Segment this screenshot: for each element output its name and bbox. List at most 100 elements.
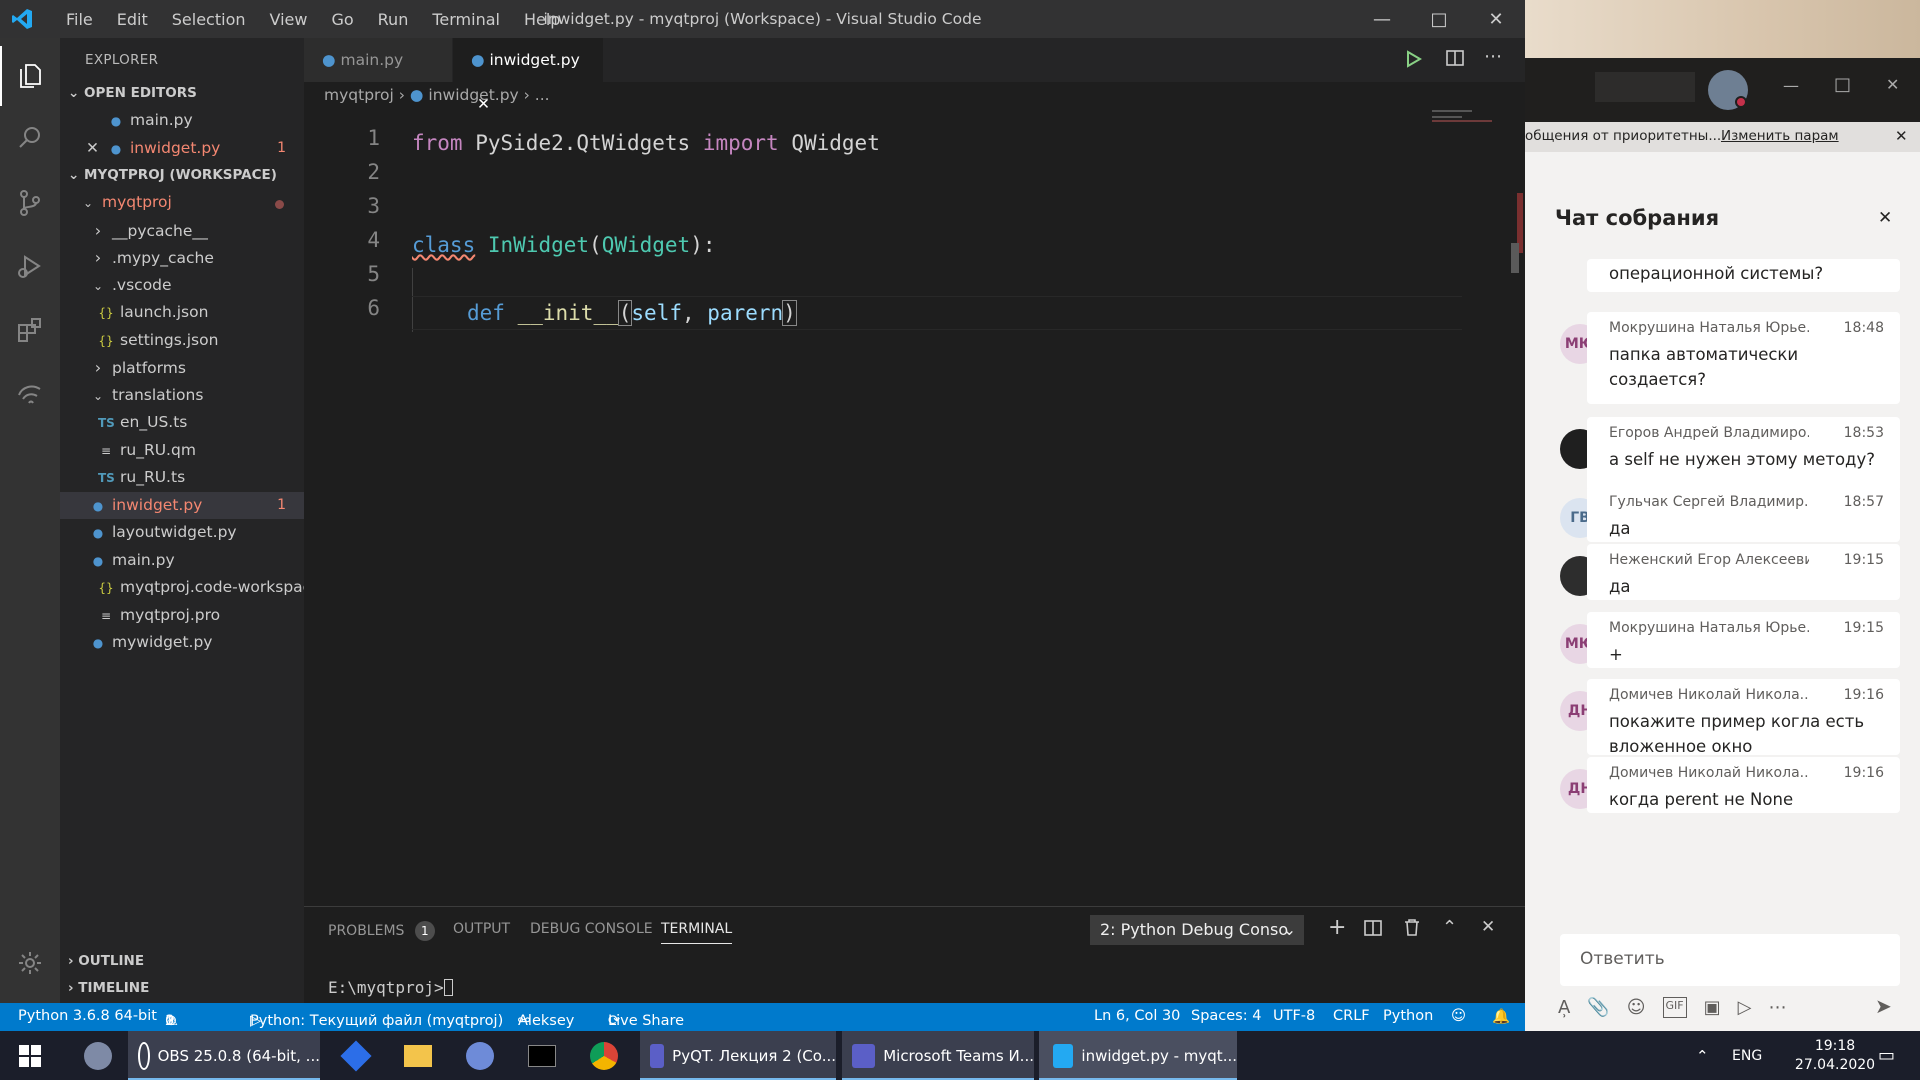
- close-window-button[interactable]: ✕: [1473, 4, 1519, 34]
- run-file-icon[interactable]: [1406, 50, 1422, 72]
- tree-item[interactable]: {} launch.json: [60, 299, 304, 327]
- new-terminal-icon[interactable]: +: [1328, 915, 1346, 940]
- taskbar-teams[interactable]: Microsoft Teams И...: [842, 1031, 1034, 1080]
- close-notice-icon[interactable]: ✕: [1895, 127, 1908, 145]
- chat-message[interactable]: Домичев Николай Никола... 19:16 когда pere…: [1587, 757, 1900, 813]
- notice-settings-link[interactable]: Изменить парам: [1721, 128, 1839, 144]
- tree-item[interactable]: {} myqtproj.code-workspace: [60, 574, 320, 602]
- chat-message[interactable]: Домичев Николай Никола... 19:16 покажите п…: [1587, 679, 1900, 756]
- indentation[interactable]: Spaces: 4: [1191, 1008, 1261, 1024]
- tree-item[interactable]: {} settings.json: [60, 327, 304, 355]
- reply-box[interactable]: Ответить: [1560, 934, 1900, 986]
- tab-main-py[interactable]: ● main.py: [304, 38, 452, 82]
- chat-message[interactable]: Гульчак Сергей Владимир... 18:57 да: [1587, 486, 1900, 542]
- tree-item[interactable]: › __pycache__: [60, 217, 304, 245]
- outline-section[interactable]: › OUTLINE: [60, 948, 304, 975]
- chrome-icon[interactable]: [578, 1031, 630, 1080]
- taskbar-teams-meeting[interactable]: PyQT. Лекция 2 (Co...: [640, 1031, 836, 1080]
- maximize-panel-icon[interactable]: ⌃: [1442, 917, 1457, 938]
- maximize-button[interactable]: □: [1834, 74, 1851, 95]
- pinned-app-icon[interactable]: [72, 1031, 124, 1080]
- tab-debug-console[interactable]: DEBUG CONSOLE: [530, 921, 653, 937]
- tree-item[interactable]: ● inwidget.py 1: [60, 491, 304, 519]
- taskbar-vscode[interactable]: inwidget.py - myqt...: [1039, 1031, 1237, 1080]
- kill-terminal-icon[interactable]: [1404, 918, 1420, 940]
- close-chat-icon[interactable]: ✕: [1878, 208, 1892, 228]
- close-window-button[interactable]: ✕: [1886, 75, 1899, 94]
- chat-message[interactable]: Мокрушина Наталья Юрье... 18:48 папка авто…: [1587, 312, 1900, 404]
- cursor-position[interactable]: Ln 6, Col 30: [1094, 1008, 1180, 1024]
- manage-gear-icon[interactable]: [0, 933, 60, 993]
- more-options-icon[interactable]: ⋯: [1768, 997, 1786, 1018]
- minimap[interactable]: [1432, 108, 1502, 122]
- tab-inwidget-py[interactable]: ● inwidget.py ✕: [453, 38, 603, 113]
- file-explorer-icon[interactable]: [392, 1031, 444, 1080]
- line-ending[interactable]: CRLF: [1333, 1008, 1370, 1024]
- explorer-icon[interactable]: [0, 46, 60, 106]
- tree-item[interactable]: ≡ ru_RU.qm: [60, 437, 304, 465]
- open-editor-inwidget[interactable]: ✕ ● inwidget.py 1: [60, 135, 304, 163]
- tree-item[interactable]: ⌄ .vscode: [60, 272, 304, 300]
- clock[interactable]: 19:18 27.04.2020: [1795, 1031, 1875, 1080]
- gif-icon[interactable]: GIF: [1662, 997, 1687, 1018]
- minimize-button[interactable]: —: [1359, 4, 1405, 34]
- attach-icon[interactable]: 📎: [1587, 997, 1609, 1018]
- tab-problems[interactable]: PROBLEMS 1: [328, 921, 435, 941]
- terminal-app-icon[interactable]: [516, 1031, 568, 1080]
- editor-scrollbar[interactable]: [1511, 243, 1519, 273]
- source-control-icon[interactable]: [0, 173, 60, 233]
- open-editor-main[interactable]: ● main.py: [60, 107, 304, 135]
- action-center-icon[interactable]: ▭: [1878, 1031, 1895, 1080]
- notifications-bell-icon[interactable]: 🔔: [1492, 1008, 1510, 1025]
- search-box[interactable]: [1595, 72, 1695, 102]
- tree-item[interactable]: ● mywidget.py: [60, 629, 304, 657]
- chat-message[interactable]: Егоров Андрей Владимиро... 18:53 а self не…: [1587, 417, 1900, 492]
- breadcrumb-file[interactable]: inwidget.py: [428, 86, 518, 104]
- tree-item[interactable]: ≡ myqtproj.pro: [60, 602, 304, 630]
- send-icon[interactable]: ➤: [1875, 994, 1892, 1018]
- split-editor-icon[interactable]: [1446, 49, 1464, 71]
- terminal-select[interactable]: 2: Python Debug Conso ⌄: [1090, 915, 1304, 945]
- terminal-output[interactable]: E:\myqtproj>: [328, 978, 453, 997]
- feedback-icon[interactable]: ☺: [1451, 1008, 1466, 1024]
- tree-item[interactable]: › platforms: [60, 354, 304, 382]
- search-icon[interactable]: [0, 108, 60, 168]
- minimize-button[interactable]: —: [1783, 76, 1799, 95]
- input-language[interactable]: ENG: [1732, 1031, 1762, 1080]
- folder-myqtproj[interactable]: ⌄ myqtproj: [60, 189, 304, 217]
- language-mode[interactable]: Python: [1383, 1008, 1433, 1024]
- encoding[interactable]: UTF-8: [1273, 1008, 1315, 1024]
- tray-expand-icon[interactable]: ⌃: [1696, 1031, 1709, 1080]
- python-interpreter[interactable]: Python 3.6.8 64-bit: [18, 1008, 157, 1024]
- taskbar-obs[interactable]: OBS 25.0.8 (64-bit, ...: [128, 1031, 320, 1080]
- chat-message[interactable]: Неженский Егор Алексеевич 19:15 да: [1587, 544, 1900, 600]
- meet-icon[interactable]: ▷: [1738, 997, 1752, 1018]
- breadcrumb-folder[interactable]: myqtproj: [324, 86, 394, 104]
- run-debug-icon[interactable]: [0, 236, 60, 296]
- split-terminal-icon[interactable]: [1364, 919, 1382, 941]
- chat-message[interactable]: Мокрушина Наталья Юрье... 19:15 +: [1587, 612, 1900, 668]
- start-button[interactable]: [0, 1031, 60, 1080]
- tree-item[interactable]: ⌄ translations: [60, 382, 304, 410]
- more-actions-icon[interactable]: ⋯: [1484, 46, 1502, 67]
- close-panel-icon[interactable]: ✕: [1481, 917, 1495, 937]
- remote-explorer-icon[interactable]: [0, 363, 60, 423]
- sticker-icon[interactable]: ▣: [1704, 997, 1721, 1018]
- tree-item[interactable]: › .mypy_cache: [60, 244, 304, 272]
- code-editor[interactable]: 1 2 3 4 5 6 from PySide2.QtWidgets impor…: [304, 126, 1525, 366]
- open-editors-section[interactable]: ⌄ OPEN EDITORS: [60, 80, 304, 107]
- tree-item[interactable]: TS ru_RU.ts: [60, 464, 304, 492]
- close-editor-icon[interactable]: ✕: [86, 135, 108, 163]
- tab-output[interactable]: OUTPUT: [453, 921, 510, 937]
- tree-item[interactable]: ● layoutwidget.py: [60, 519, 304, 547]
- zoom-icon[interactable]: [454, 1031, 506, 1080]
- tab-terminal[interactable]: TERMINAL: [661, 921, 733, 944]
- breadcrumb-more[interactable]: ...: [535, 86, 550, 104]
- workspace-section[interactable]: ⌄ MYQTPROJ (WORKSPACE): [60, 162, 304, 189]
- timeline-section[interactable]: › TIMELINE: [60, 975, 304, 1002]
- maximize-button[interactable]: □: [1416, 4, 1462, 34]
- tree-item[interactable]: ● main.py: [60, 547, 304, 575]
- format-icon[interactable]: A̹: [1558, 997, 1570, 1018]
- extensions-icon[interactable]: [0, 300, 60, 360]
- pinned-app-icon[interactable]: [330, 1031, 382, 1080]
